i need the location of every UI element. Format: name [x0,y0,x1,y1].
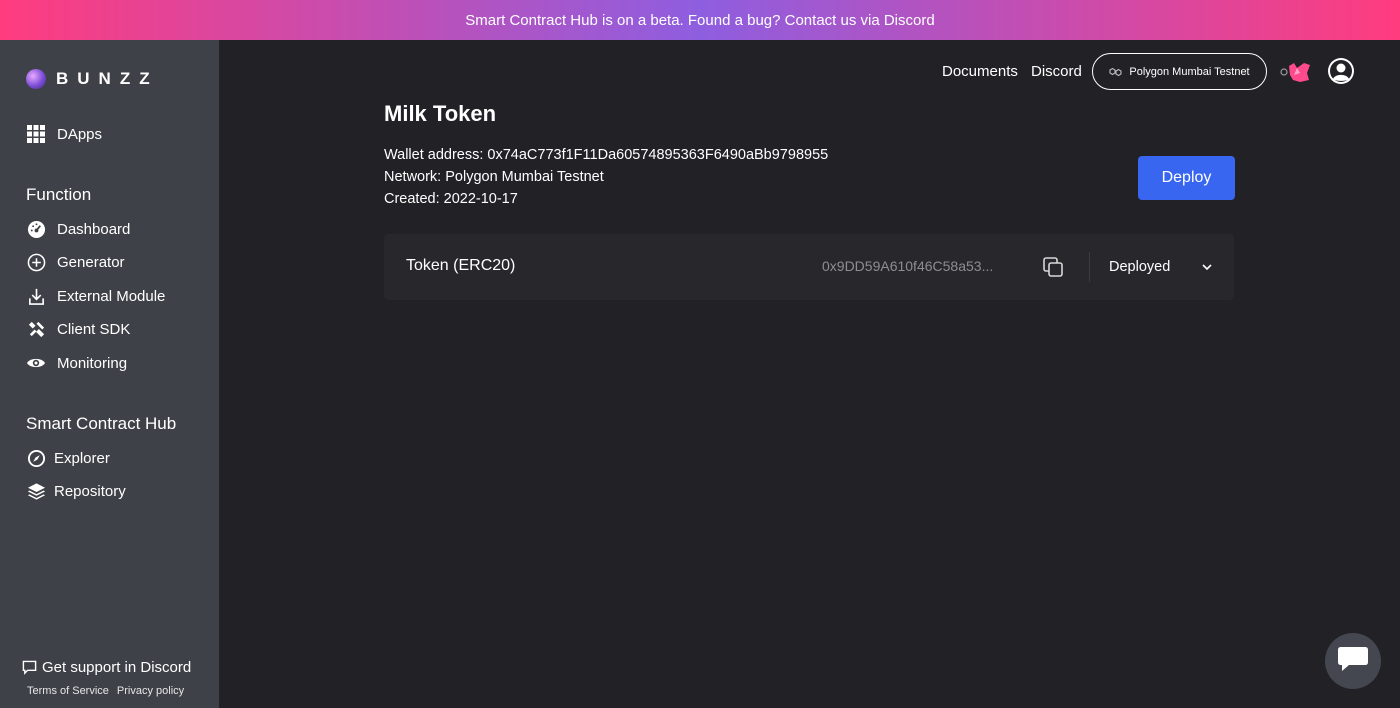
sidebar-item-label: External Module [57,287,166,305]
sidebar-item-label: Repository [54,482,126,500]
sidebar-item-label: Dashboard [57,220,131,238]
logo-mark-icon [26,69,46,89]
created-date-text: Created: 2022-10-17 [384,191,518,207]
sidebar-item-dapps[interactable]: DApps [26,124,102,144]
discord-support-link[interactable]: Get support in Discord [22,659,191,676]
sidebar-item-generator[interactable]: Generator [26,252,125,272]
page-title: Milk Token [384,101,497,126]
sidebar-item-dashboard[interactable]: Dashboard [26,219,130,239]
contract-row: Token (ERC20) 0x9DD59A610f46C58a53... De… [384,234,1234,300]
deployment-status-select[interactable]: Deployed [1109,256,1213,278]
contract-address: 0x9DD59A610f46C58a53... [822,258,994,274]
network-selector-button[interactable]: Polygon Mumbai Testnet [1092,53,1267,90]
beta-banner-text[interactable]: Smart Contract Hub is on a beta. Found a… [465,12,934,29]
avatar[interactable] [1328,58,1354,84]
sidebar-item-label: Client SDK [57,320,131,338]
compass-icon [26,448,46,468]
sidebar-item-label: Monitoring [57,354,128,372]
sidebar-item-external-module[interactable]: External Module [26,286,165,306]
wallet-fox-icon[interactable] [1280,60,1312,84]
terms-link[interactable]: Terms of Service [27,685,109,697]
sidebar-item-label: Generator [57,253,125,271]
chat-icon [1337,645,1369,678]
network-label: Polygon Mumbai Testnet [1129,65,1250,78]
documents-link-label: Documents [942,62,1018,80]
row-divider [1089,252,1090,282]
gauge-icon [26,219,46,239]
plus-circle-icon [26,252,46,272]
grid-icon [26,124,46,144]
contract-name: Token (ERC20) [406,257,516,274]
chat-bubble-icon [22,660,37,675]
tools-icon [26,319,46,339]
discord-link[interactable]: Discord [1031,52,1082,90]
polygon-chain-icon [1109,67,1122,77]
chevron-down-icon [1201,258,1213,276]
layers-icon [26,481,46,501]
sidebar-item-label: DApps [57,125,103,143]
hub-section-title: Smart Contract Hub [26,414,177,433]
download-icon [26,286,46,306]
wallet-address-text: Wallet address: 0x74aC773f1F11Da60574895… [384,147,829,163]
beta-banner[interactable]: Smart Contract Hub is on a beta. Found a… [0,0,1400,40]
deploy-button[interactable]: Deploy [1138,156,1235,200]
network-text: Network: Polygon Mumbai Testnet [384,169,604,185]
privacy-link[interactable]: Privacy policy [117,685,184,697]
function-section-title: Function [26,185,92,204]
sidebar-item-explorer[interactable]: Explorer [26,448,110,468]
sidebar-item-client-sdk[interactable]: Client SDK [26,319,130,339]
eye-icon [26,353,46,373]
deploy-button-label: Deploy [1161,169,1212,186]
logo[interactable]: BUNZZ [26,69,159,89]
chat-widget-button[interactable] [1325,633,1381,689]
legal-links: Terms of Service Privacy policy [27,685,184,697]
logo-text: BUNZZ [56,69,159,88]
sidebar: BUNZZ DApps Function Dashboard Generator… [0,40,219,708]
sidebar-item-label: Explorer [54,449,110,467]
copy-icon[interactable] [1042,256,1064,278]
documents-link[interactable]: Documents [942,52,1018,90]
deployment-status-value: Deployed [1109,259,1171,275]
sidebar-item-repository[interactable]: Repository [26,481,126,501]
sidebar-item-monitoring[interactable]: Monitoring [26,353,127,373]
discord-link-label: Discord [1031,62,1082,80]
support-label: Get support in Discord [42,659,192,676]
